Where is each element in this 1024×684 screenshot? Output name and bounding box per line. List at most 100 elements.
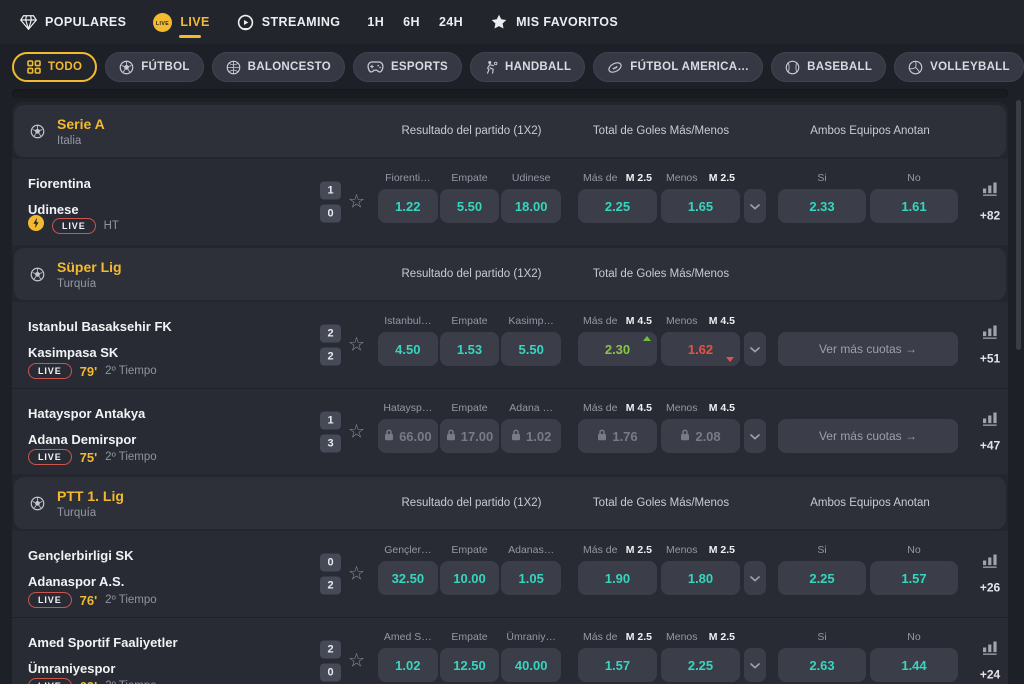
odds-selection-label: Amed S…	[378, 631, 438, 648]
total-line: M 2.5	[626, 544, 652, 556]
league-header-link[interactable]: PTT 1. LigTurquía	[14, 488, 124, 519]
odds-selection-label: Udinese	[501, 172, 561, 189]
svg-text:LIVE: LIVE	[156, 21, 169, 27]
odds-button-btts-no[interactable]: 1.44	[870, 648, 958, 682]
league-header-link[interactable]: Serie AItalia	[14, 116, 105, 147]
odds-button-1x2[interactable]: 1.53	[440, 332, 500, 366]
btts-label: No	[870, 631, 958, 648]
sport-chip-handball[interactable]: HANDBALL	[470, 52, 585, 82]
expand-markets-button[interactable]	[744, 419, 766, 453]
sport-chip-futbol[interactable]: FÚTBOL	[105, 52, 203, 82]
market-column-header: Ambos Equipos Anotan	[780, 125, 960, 137]
total-label: MenosM 2.5	[661, 631, 740, 648]
lock-icon	[680, 429, 690, 444]
total-line: M 4.5	[626, 315, 652, 327]
nav-item-1h[interactable]: 1H	[367, 0, 384, 44]
nav-item-24h[interactable]: 24H	[439, 0, 463, 44]
odds-button-1x2[interactable]: 1.02	[501, 419, 561, 453]
odds-value: 1.90	[605, 571, 630, 586]
odds-button-total-under[interactable]: 1.80	[661, 561, 740, 595]
odds-button-total-over[interactable]: 1.57	[578, 648, 657, 682]
match-stats-button[interactable]: +51	[972, 325, 1008, 366]
odds-value: 10.00	[453, 571, 486, 586]
sport-chip-baseball[interactable]: BASEBALL	[771, 52, 886, 82]
expand-markets-button[interactable]	[744, 189, 766, 223]
nav-item-6h[interactable]: 6H	[403, 0, 420, 44]
odds-value: 32.50	[392, 571, 425, 586]
odds-button-total-over[interactable]: 1.76	[578, 419, 657, 453]
match-stats-button[interactable]: +24	[972, 640, 1008, 681]
match-stats-button[interactable]: +26	[972, 554, 1008, 595]
odds-button-1x2[interactable]: 32.50	[378, 561, 438, 595]
sport-chip-todo[interactable]: TODO	[12, 52, 97, 82]
odds-button-btts-si[interactable]: 2.25	[778, 561, 866, 595]
odds-button-1x2[interactable]: 1.05	[501, 561, 561, 595]
odds-button-total-over[interactable]: 2.30	[578, 332, 657, 366]
total-label: Más deM 2.5	[578, 172, 657, 189]
app-root: POPULARES LIVELIVE STREAMING 1H 6H 24H MIS FAV…	[0, 0, 1024, 684]
nav-item-live[interactable]: LIVELIVE	[153, 0, 209, 44]
odds-button-1x2[interactable]: 5.50	[440, 189, 500, 223]
expand-markets-button[interactable]	[744, 561, 766, 595]
over-under-word: Menos	[666, 544, 698, 556]
odds-button-1x2[interactable]: 5.50	[501, 332, 561, 366]
odds-button-total-under[interactable]: 2.08	[661, 419, 740, 453]
nav-item-streaming[interactable]: STREAMING	[237, 0, 341, 44]
vertical-scrollbar[interactable]	[1016, 100, 1021, 350]
odds-button-btts-si[interactable]: 2.33	[778, 189, 866, 223]
total-line: M 2.5	[626, 631, 652, 643]
market-1x2-group: Amed S…1.02Empate12.50Ümraniy…40.00	[378, 631, 561, 682]
odds-button-btts-no[interactable]: 1.61	[870, 189, 958, 223]
more-markets-count: +51	[980, 352, 1000, 366]
odds-value: 2.25	[605, 199, 630, 214]
market-column-header: Total de Goles Más/Menos	[580, 125, 742, 137]
sport-chip-volleyball[interactable]: VOLLEYBALL	[894, 52, 1024, 82]
sport-chip-baloncesto[interactable]: BALONCESTO	[212, 52, 345, 82]
sport-chip-esports[interactable]: ESPORTS	[353, 52, 462, 82]
odds-selection-label: Adana …	[501, 402, 561, 419]
odds-value: 5.50	[457, 199, 482, 214]
more-odds-button[interactable]: Ver más cuotas →	[778, 419, 958, 453]
odds-value: 40.00	[515, 658, 548, 673]
match-stats-button[interactable]: +82	[972, 182, 1008, 223]
nav-item-mis-favoritos[interactable]: MIS FAVORITOS	[490, 0, 618, 44]
odds-button-1x2[interactable]: 10.00	[440, 561, 500, 595]
odds-button-total-over[interactable]: 2.25	[578, 189, 657, 223]
nav-item-populares[interactable]: POPULARES	[20, 0, 126, 44]
odds-value: 5.50	[519, 342, 544, 357]
odds-button-total-under[interactable]: 2.25	[661, 648, 740, 682]
btts-label: No	[870, 544, 958, 561]
league-header-link[interactable]: Süper LigTurquía	[14, 259, 122, 290]
more-odds-button[interactable]: Ver más cuotas →	[778, 332, 958, 366]
odds-button-1x2[interactable]: 1.22	[378, 189, 438, 223]
odds-button-1x2[interactable]: 1.02	[378, 648, 438, 682]
odds-button-btts-no[interactable]: 1.57	[870, 561, 958, 595]
over-under-word: Más de	[583, 631, 617, 643]
expand-markets-button[interactable]	[744, 332, 766, 366]
odds-button-1x2[interactable]: 12.50	[440, 648, 500, 682]
odds-value: 18.00	[515, 199, 548, 214]
odds-button-btts-si[interactable]: 2.63	[778, 648, 866, 682]
match-stats-button[interactable]: +47	[972, 411, 1008, 452]
total-line: M 2.5	[709, 172, 735, 184]
sport-chip-label: VOLLEYBALL	[930, 61, 1010, 73]
odds-button-1x2[interactable]: 18.00	[501, 189, 561, 223]
nav-item-label: POPULARES	[45, 15, 126, 29]
total-label: MenosM 4.5	[661, 315, 740, 332]
nav-item-label: STREAMING	[262, 15, 341, 29]
stream-play-icon	[237, 14, 254, 31]
live-events-panel: Serie AItaliaResultado del partido (1X2)…	[12, 102, 1008, 684]
odds-value: 1.53	[457, 342, 482, 357]
horizontal-scrollbar[interactable]	[12, 89, 1008, 98]
odds-button-1x2[interactable]: 40.00	[501, 648, 561, 682]
odds-button-1x2[interactable]: 17.00	[440, 419, 500, 453]
market-total-group: Más de M 2.5 1.57MenosM 2.52.25	[578, 631, 740, 682]
odds-button-total-under[interactable]: 1.65	[661, 189, 740, 223]
expand-markets-button[interactable]	[744, 648, 766, 682]
over-under-word: Más de	[583, 172, 617, 184]
odds-button-total-under[interactable]: 1.62	[661, 332, 740, 366]
sport-chip-futbol-americano[interactable]: FÚTBOL AMERICA…	[593, 52, 763, 82]
odds-button-1x2[interactable]: 66.00	[378, 419, 438, 453]
odds-button-1x2[interactable]: 4.50	[378, 332, 438, 366]
odds-button-total-over[interactable]: 1.90	[578, 561, 657, 595]
